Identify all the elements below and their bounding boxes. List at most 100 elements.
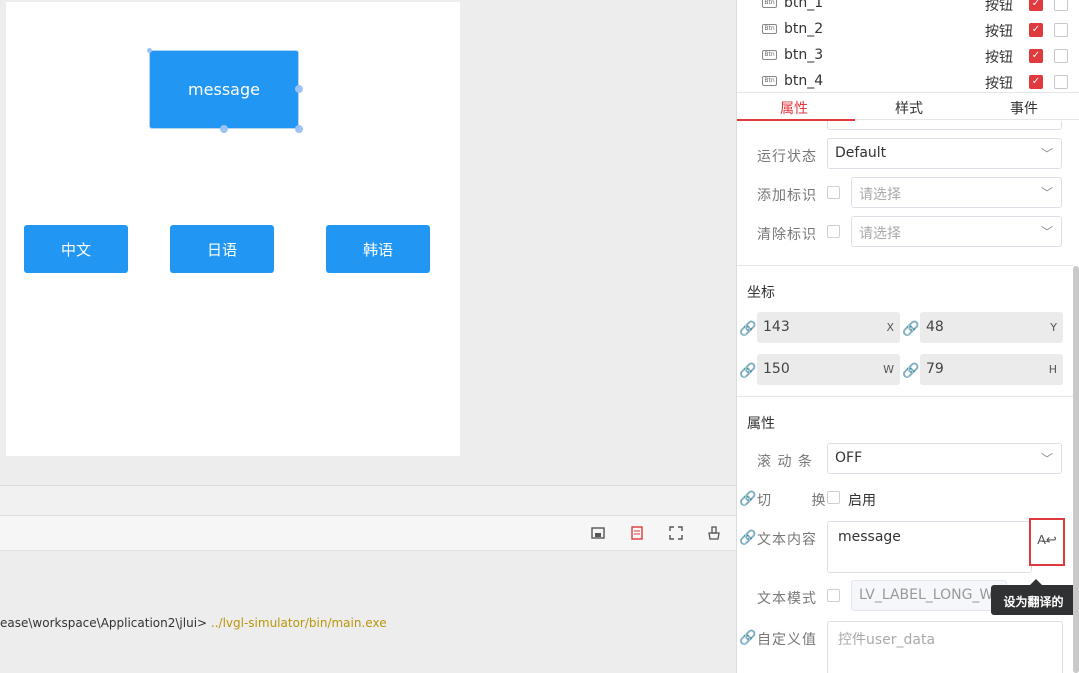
user-data-input[interactable]: 控件user_data <box>827 621 1063 673</box>
user-data-label: 自定义值 <box>757 632 817 648</box>
add-flag-select[interactable]: 请选择 ﹀ <box>851 177 1062 208</box>
clear-brush-icon[interactable] <box>706 526 722 542</box>
w-value: 150 <box>763 361 790 377</box>
link-icon[interactable]: 🔗 <box>739 320 756 337</box>
text-content-value: message <box>838 529 901 545</box>
chevron-down-icon: ﹀ <box>1040 225 1053 239</box>
resize-handle-corner[interactable] <box>295 125 303 133</box>
user-data-placeholder: 控件user_data <box>838 632 936 648</box>
tree-row[interactable]: Btn btn_3 按钮 ✓ <box>737 44 1079 70</box>
translate-icon: A̶↩ <box>1037 532 1057 547</box>
tree-row[interactable]: Btn btn_1 按钮 ✓ <box>737 0 1079 18</box>
link-icon[interactable]: 🔗 <box>902 320 919 337</box>
add-flag-checkbox[interactable] <box>827 186 840 199</box>
text-mode-checkbox[interactable] <box>827 589 840 602</box>
add-flag-label: 添加标识 <box>757 188 817 204</box>
link-icon[interactable]: 🔗 <box>739 362 756 379</box>
text-mode-label: 文本模式 <box>757 591 817 607</box>
visible-checkbox[interactable]: ✓ <box>1029 75 1043 89</box>
console-toolbar <box>0 516 736 551</box>
chevron-down-icon: ﹀ <box>1040 186 1053 200</box>
tab-style[interactable]: 样式 <box>869 98 949 118</box>
scrollbar-label: 滚 动 条 <box>757 454 813 470</box>
chevron-down-icon: ﹀ <box>1040 452 1053 466</box>
section-divider <box>737 265 1073 266</box>
visible-checkbox[interactable]: ✓ <box>1029 49 1043 63</box>
clear-flag-label: 清除标识 <box>757 227 817 243</box>
lock-checkbox[interactable] <box>1054 0 1068 11</box>
toggle-enable-checkbox[interactable] <box>827 491 840 504</box>
h-input[interactable]: 79 H <box>920 354 1063 385</box>
visible-checkbox[interactable]: ✓ <box>1029 23 1043 37</box>
link-icon[interactable]: 🔗 <box>739 629 756 646</box>
text-mode-select[interactable]: LV_LABEL_LONG_WRAP <box>851 580 1007 611</box>
x-input[interactable]: 143 X <box>757 312 900 343</box>
design-workspace: message 中文 日语 韩语 <box>0 0 736 485</box>
w-input[interactable]: 150 W <box>757 354 900 385</box>
translate-tooltip-text: 设为翻译的 <box>1003 595 1064 609</box>
y-value: 48 <box>926 319 944 335</box>
y-unit: Y <box>1050 321 1057 334</box>
text-mode-value: LV_LABEL_LONG_WRAP <box>859 587 1007 603</box>
horizontal-bar <box>0 485 736 516</box>
run-state-value: Default <box>835 145 887 161</box>
log-icon[interactable] <box>629 526 645 542</box>
toggle-enable-label: 启用 <box>848 493 876 509</box>
resize-handle-bottom[interactable] <box>220 125 228 133</box>
x-value: 143 <box>763 319 790 335</box>
property-tabs: 属性 样式 事件 <box>737 92 1079 121</box>
tree-row-type: 按钮 <box>985 24 1013 40</box>
message-button-label: message <box>188 80 260 99</box>
fullscreen-icon[interactable] <box>668 526 684 542</box>
chevron-down-icon: ﹀ <box>1040 147 1053 161</box>
tree-row[interactable]: Btn btn_2 按钮 ✓ <box>737 18 1079 44</box>
section-divider <box>737 396 1073 397</box>
text-content-input[interactable]: message <box>827 521 1032 573</box>
text-content-label: 文本内容 <box>757 532 817 548</box>
tree-row-name: btn_2 <box>784 21 824 37</box>
tree-row-name: btn_4 <box>784 73 824 89</box>
scrollbar-select[interactable]: OFF ﹀ <box>827 443 1062 474</box>
korean-button[interactable]: 韩语 <box>326 225 430 273</box>
panel-scrollbar[interactable] <box>1073 266 1079 673</box>
run-state-select[interactable]: Default ﹀ <box>827 138 1062 169</box>
button-type-icon: Btn <box>762 76 777 86</box>
chinese-button-label: 中文 <box>60 240 91 259</box>
japanese-button[interactable]: 日语 <box>170 225 274 273</box>
property-scroll-area: 运行状态 Default ﹀ 添加标识 请选择 ﹀ 清除标识 请选择 ﹀ 坐标 … <box>737 121 1079 673</box>
tree-row-name: btn_1 <box>784 0 824 11</box>
y-input[interactable]: 48 Y <box>920 312 1063 343</box>
button-type-icon: Btn <box>762 24 777 34</box>
console-output: ease\workspace\Application2\jlui> ../lvg… <box>0 551 736 673</box>
link-icon[interactable]: 🔗 <box>902 362 919 379</box>
link-icon[interactable]: 🔗 <box>739 529 756 546</box>
lock-checkbox[interactable] <box>1054 49 1068 63</box>
clear-flag-checkbox[interactable] <box>827 225 840 238</box>
hidden-state-select[interactable] <box>827 121 1062 130</box>
w-unit: W <box>883 363 894 376</box>
h-unit: H <box>1048 363 1057 376</box>
chinese-button[interactable]: 中文 <box>24 225 128 273</box>
link-icon[interactable]: 🔗 <box>739 490 756 507</box>
message-button-selected[interactable]: message <box>149 50 299 129</box>
visible-checkbox[interactable]: ✓ <box>1029 0 1043 11</box>
lock-checkbox[interactable] <box>1054 75 1068 89</box>
tab-events[interactable]: 事件 <box>984 98 1064 118</box>
right-panel: Btn btn_1 按钮 ✓ Btn btn_2 按钮 ✓ Btn btn_3 … <box>736 0 1079 673</box>
tree-row-type: 按钮 <box>985 0 1013 14</box>
tree-row-type: 按钮 <box>985 76 1013 92</box>
tree-row-name: btn_3 <box>784 47 824 63</box>
resize-handle-top-left[interactable] <box>147 48 152 53</box>
resize-handle-right[interactable] <box>295 85 303 93</box>
x-unit: X <box>886 321 894 334</box>
clear-flag-select[interactable]: 请选择 ﹀ <box>851 216 1062 247</box>
button-type-icon: Btn <box>762 50 777 60</box>
translate-button[interactable]: A̶↩ <box>1029 518 1065 566</box>
save-icon[interactable] <box>590 526 606 542</box>
run-state-label: 运行状态 <box>757 149 817 165</box>
screen-canvas[interactable]: message 中文 日语 韩语 <box>6 2 460 456</box>
lock-checkbox[interactable] <box>1054 23 1068 37</box>
attrs-section-title: 属性 <box>747 416 775 432</box>
button-type-icon: Btn <box>762 0 777 8</box>
tab-properties[interactable]: 属性 <box>754 98 834 118</box>
